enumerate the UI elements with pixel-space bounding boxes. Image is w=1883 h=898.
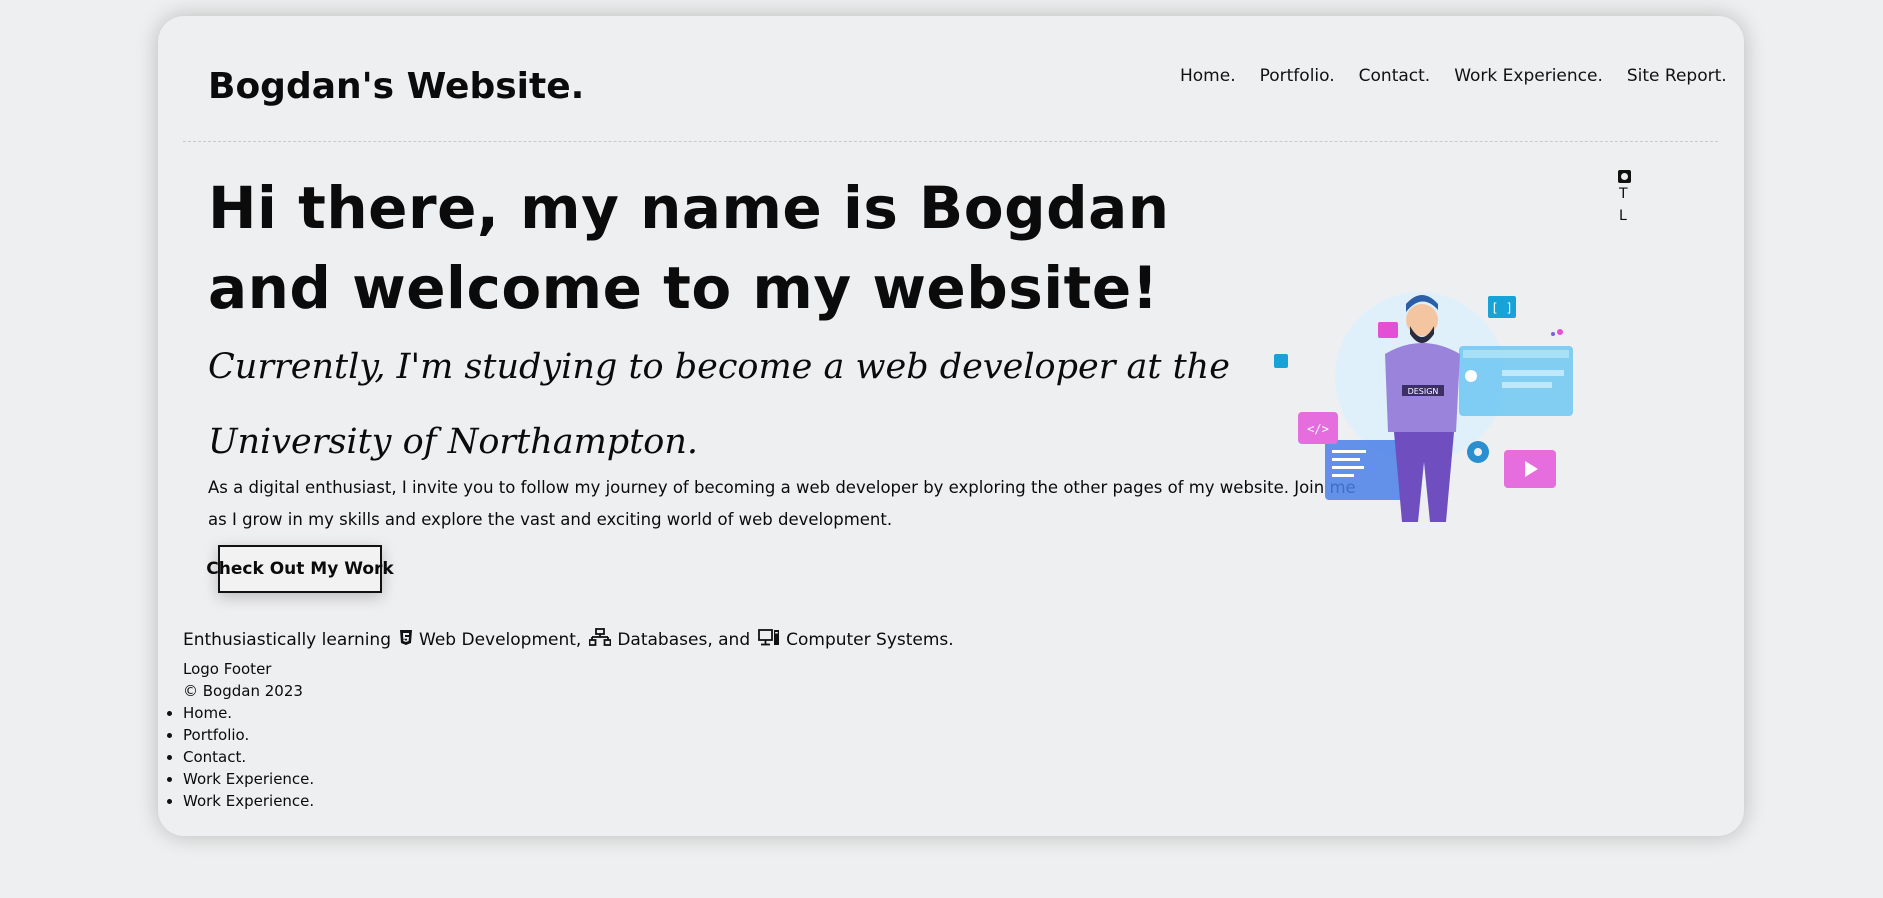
desktop-computer-icon (758, 628, 780, 651)
social-link-t[interactable]: T (1618, 183, 1631, 205)
hero-subtitle: Currently, I'm studying to become a web … (208, 347, 1230, 462)
network-icon (588, 628, 612, 651)
nav-site-report[interactable]: Site Report. (1627, 66, 1727, 86)
illus-code-window (1325, 440, 1403, 500)
developer-illustration: DESIGN </> [ ] (1274, 292, 1573, 522)
hero-body: As a digital enthusiast, I invite you to… (208, 478, 1356, 529)
illus-code-line (1332, 466, 1364, 469)
hero-title: Hi there, my name is Bogdan and welcome … (208, 174, 1170, 322)
header-divider (183, 141, 1718, 142)
footer-link-work-experience[interactable]: Work Experience. (166, 768, 314, 790)
illus-pink-card (1378, 322, 1398, 338)
skills-line: Enthusiastically learning Web Developmen… (183, 628, 954, 651)
footer-link-work-experience-2[interactable]: Work Experience. (166, 790, 314, 812)
footer-logo[interactable]: Logo Footer (183, 658, 314, 680)
check-out-work-button[interactable]: Check Out My Work (206, 545, 394, 593)
illus-code-line (1332, 450, 1366, 453)
illus-design-text: DESIGN (1408, 387, 1439, 396)
nav-home[interactable]: Home. (1180, 66, 1236, 86)
github-icon[interactable] (1618, 170, 1631, 183)
illus-code-line (1332, 474, 1354, 477)
skill-databases: Databases, and (617, 629, 751, 650)
illus-small-card (1274, 354, 1288, 368)
footer-link-home[interactable]: Home. (166, 702, 314, 724)
footer-link-contact[interactable]: Contact. (166, 746, 314, 768)
nav-work-experience[interactable]: Work Experience. (1454, 66, 1603, 86)
illus-dot (1557, 329, 1563, 335)
gear-hole (1474, 448, 1482, 456)
html5-icon (399, 629, 413, 651)
top-nav: Home. Portfolio. Contact. Work Experienc… (1180, 66, 1751, 86)
footer-link-portfolio[interactable]: Portfolio. (166, 724, 314, 746)
social-link-l[interactable]: L (1618, 205, 1631, 227)
illus-code-line (1332, 458, 1360, 461)
site-footer: Logo Footer © Bogdan 2023 Home. Portfoli… (166, 658, 314, 812)
illus-window-line (1502, 370, 1564, 376)
illus-window-line (1502, 382, 1552, 388)
skill-web-development: Web Development, (419, 629, 582, 650)
illus-window-circle (1465, 370, 1477, 382)
nav-portfolio[interactable]: Portfolio. (1260, 66, 1335, 86)
nav-contact[interactable]: Contact. (1359, 66, 1431, 86)
social-links: T L (1618, 168, 1631, 227)
illus-pants (1394, 432, 1454, 522)
illus-code-icon: </> (1307, 422, 1329, 436)
site-brand[interactable]: Bogdan's Website. (208, 66, 584, 107)
illus-window-bar (1463, 350, 1569, 358)
footer-links: Home. Portfolio. Contact. Work Experienc… (166, 702, 314, 812)
illus-dot (1551, 332, 1555, 336)
skill-computer-systems: Computer Systems. (786, 629, 954, 650)
footer-copyright: © Bogdan 2023 (183, 682, 303, 700)
skills-prefix: Enthusiastically learning (183, 629, 392, 650)
brackets-icon: [ ] (1491, 301, 1513, 315)
